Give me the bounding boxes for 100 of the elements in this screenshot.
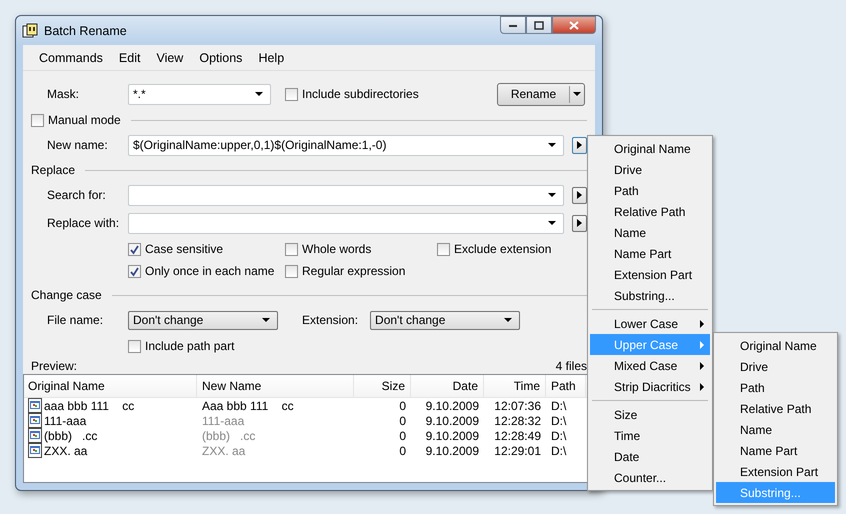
menu-item[interactable]: Original Name <box>716 335 835 356</box>
column-header[interactable]: New Name <box>197 375 354 397</box>
table-cell-text: 12:28:32 <box>493 414 542 428</box>
checkmark-icon <box>129 266 140 276</box>
column-header[interactable]: Original Name <box>24 375 197 397</box>
field-label: File name: <box>46 313 104 327</box>
menu-item[interactable]: Relative Path <box>716 398 835 419</box>
field-label: Mask: <box>46 87 80 101</box>
minimize-button[interactable] <box>500 16 526 34</box>
checkbox[interactable]: Include path part <box>128 339 234 353</box>
menu-item[interactable]: Edit <box>110 50 148 64</box>
menu-item[interactable]: Name Part <box>716 440 835 461</box>
file-name: 111-aaa <box>44 414 86 428</box>
section-title: Change case <box>31 288 102 302</box>
menu-item[interactable]: Extension Part <box>590 264 710 285</box>
table-cell-text: 12:29:01 <box>493 444 542 458</box>
menu-item[interactable]: Extension Part <box>716 461 835 482</box>
checkbox-label: Whole words <box>302 242 372 256</box>
checkbox-label: Regular expression <box>302 264 406 278</box>
table-cell-text: 9.10.2009 <box>424 398 480 412</box>
file-name: (bbb) .cc <box>44 428 98 442</box>
table-cell-text: D:\ <box>550 444 568 458</box>
insert-menu-button[interactable] <box>572 136 587 154</box>
window-title: Batch Rename <box>44 24 127 38</box>
close-button[interactable] <box>552 16 596 34</box>
table-cell-text: ZXX. aa <box>201 444 246 458</box>
menu-item[interactable]: Lower Case <box>590 313 710 334</box>
file-name-case-dropdown[interactable]: Don't change <box>128 310 278 330</box>
submenu-arrow-icon <box>700 320 704 328</box>
menu-item[interactable]: Time <box>590 425 710 446</box>
file-icon <box>28 443 42 458</box>
app-icon <box>22 22 38 38</box>
file-count: 4 files <box>556 359 587 373</box>
menu-item[interactable]: Options <box>191 50 250 64</box>
menu-item[interactable]: Relative Path <box>590 201 710 222</box>
mask-field[interactable]: *.* <box>128 84 271 104</box>
checkbox[interactable]: Whole words <box>285 242 437 256</box>
menu-item[interactable]: Counter... <box>590 467 710 488</box>
menu-item[interactable]: Path <box>716 377 835 398</box>
menu-item[interactable]: Strip Diacritics <box>590 376 710 397</box>
checkbox-label: Exclude extension <box>454 242 552 256</box>
checkbox[interactable]: Manual mode <box>31 113 121 127</box>
column-header[interactable]: Time <box>484 375 546 397</box>
menu-item[interactable]: Commands <box>31 50 111 64</box>
rename-button[interactable]: Rename <box>497 82 585 106</box>
field-label: Search for: <box>46 188 107 202</box>
menu-item[interactable]: Path <box>590 180 710 201</box>
checkbox[interactable]: Case sensitive <box>128 242 285 256</box>
column-header[interactable]: Date <box>411 375 484 397</box>
table-cell-text: 0 <box>398 444 407 458</box>
table-cell-text: 12:28:49 <box>493 428 542 442</box>
table-cell-text: 9.10.2009 <box>424 414 480 428</box>
checkbox[interactable]: Exclude extension <box>437 242 587 256</box>
menu-item[interactable]: Name <box>590 222 710 243</box>
file-icon <box>28 398 42 413</box>
menu-item[interactable]: Substring... <box>590 285 710 306</box>
new-name-field[interactable]: $(OriginalName:upper,0,1)$(OriginalName:1,-0) <box>128 134 564 156</box>
insert-menu-button[interactable] <box>572 186 587 204</box>
column-header[interactable]: Path <box>546 375 586 397</box>
preview-label: Preview: <box>31 359 78 373</box>
minimize-icon <box>508 22 518 28</box>
checkbox[interactable]: Only once in each name <box>128 264 285 278</box>
column-header[interactable]: Size <box>354 375 411 397</box>
dropdown-arrow-icon <box>255 92 263 96</box>
file-name: aaa bbb 111 cc <box>44 398 134 412</box>
menu-item[interactable]: Name <box>716 419 835 440</box>
maximize-button[interactable] <box>526 16 552 34</box>
menu-item[interactable]: Name Part <box>590 243 710 264</box>
field-label: Replace with: <box>46 216 120 230</box>
table-cell-text: D:\ <box>550 398 568 412</box>
menu-item[interactable]: Original Name <box>590 138 710 159</box>
menu-item[interactable]: Size <box>590 404 710 425</box>
checkbox[interactable]: Regular expression <box>285 264 437 278</box>
menu-item[interactable]: Drive <box>716 356 835 377</box>
menu-item[interactable]: Help <box>250 50 292 64</box>
section-title: Replace <box>31 163 76 177</box>
table-cell-text: 111-aaa <box>201 414 246 428</box>
checkbox-label: Case sensitive <box>145 242 224 256</box>
menu-item[interactable]: Mixed Case <box>590 355 710 376</box>
table-cell-text: 0 <box>398 398 407 412</box>
extension-case-dropdown[interactable]: Don't change <box>370 310 520 330</box>
insert-menu-button[interactable] <box>572 214 587 232</box>
file-icon <box>28 428 42 443</box>
checkbox-label: Only once in each name <box>145 264 274 278</box>
menu-item[interactable]: View <box>148 50 192 64</box>
file-icon <box>28 413 42 428</box>
search-field[interactable] <box>128 184 564 206</box>
table-cell-text: D:\ <box>550 414 568 428</box>
close-icon <box>569 20 579 30</box>
table-cell-text: 12:07:36 <box>493 398 542 412</box>
table-cell-text: 0 <box>398 428 407 442</box>
maximize-icon <box>534 20 544 30</box>
replace-field[interactable] <box>128 212 564 234</box>
table-cell-text: 0 <box>398 414 407 428</box>
menu-item[interactable]: Date <box>590 446 710 467</box>
submenu-arrow-icon <box>700 382 704 390</box>
checkbox-label: Manual mode <box>48 113 121 127</box>
menu-item[interactable]: Drive <box>590 159 710 180</box>
table-cell-text: 9.10.2009 <box>424 444 480 458</box>
table-cell-text: (bbb) .cc <box>201 428 256 442</box>
